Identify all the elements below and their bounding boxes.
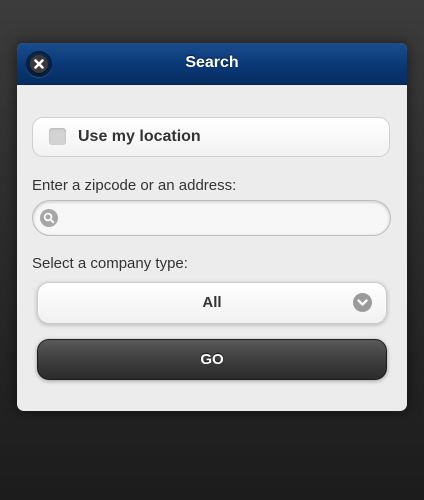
use-location-toggle[interactable]: Use my location [32,117,390,157]
search-dialog: Search Use my location Enter a zipcode o… [17,43,407,411]
location-checkbox[interactable] [49,128,66,145]
address-search-box[interactable] [32,200,391,236]
company-type-label: Select a company type: [32,255,188,272]
address-input[interactable] [63,202,382,234]
chevron-down-icon [353,293,372,312]
dialog-title: Search [185,54,239,71]
search-icon [40,209,58,227]
go-button-label: GO [200,351,224,368]
go-button[interactable]: GO [37,339,387,380]
use-location-label: Use my location [78,128,201,145]
address-label: Enter a zipcode or an address: [32,177,237,194]
company-type-value: All [202,294,222,311]
company-type-select[interactable]: All [37,282,387,324]
dialog-header: Search [17,43,407,85]
